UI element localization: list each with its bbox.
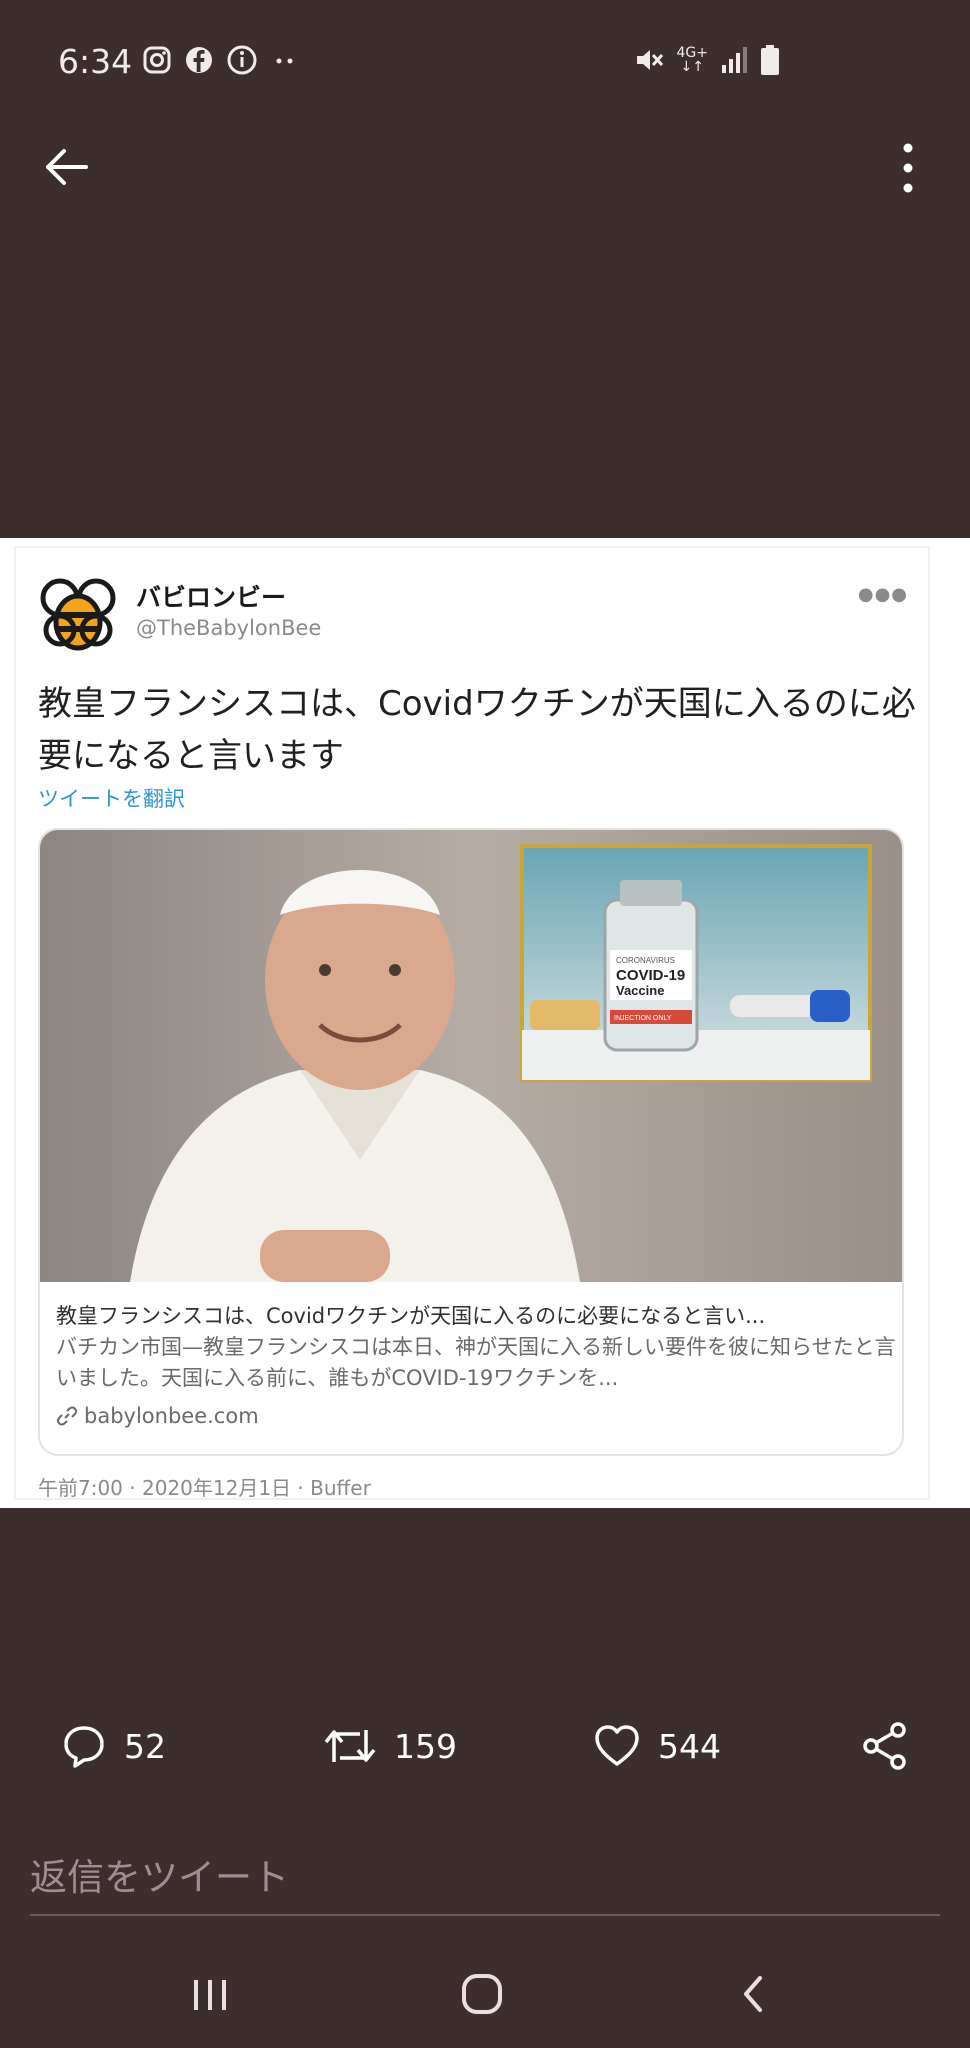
- link-preview-image: CORONAVIRUS COVID-19 Vaccine INJECTION O…: [40, 830, 902, 1282]
- link-domain-text: babylonbee.com: [84, 1404, 259, 1428]
- vial-subtitle: Vaccine: [616, 983, 664, 998]
- share-icon[interactable]: [862, 1722, 908, 1770]
- reply-action[interactable]: 52: [60, 1722, 166, 1770]
- notification-icons: [142, 44, 300, 76]
- instagram-icon: [143, 46, 171, 74]
- tweet-screenshot-image[interactable]: バビロンビー @TheBabylonBee ●●● 教皇フランシスコは、Covi…: [0, 538, 970, 1508]
- link-title: 教皇フランシスコは、Covidワクチンが天国に入るのに必要になると言い...: [56, 1304, 766, 1328]
- link-icon: [56, 1406, 78, 1426]
- tweet-actions: 52 159 544: [0, 1722, 970, 1792]
- vial-title: COVID-19: [616, 967, 685, 984]
- reply-icon: [64, 1726, 104, 1768]
- back-arrow-icon[interactable]: [42, 142, 92, 192]
- status-time: 6:34: [58, 42, 133, 81]
- home-icon[interactable]: [452, 1964, 512, 2024]
- author-name: バビロンビー: [136, 583, 287, 612]
- like-count: 544: [658, 1726, 721, 1766]
- author-handle: @TheBabylonBee: [136, 616, 322, 640]
- info-icon: [227, 45, 257, 75]
- tweet-detail-screen: 6:34 4G+ ↓↑ バビロンビー @TheBabylonBee ●●● 教皇…: [0, 0, 970, 2048]
- tweet-timestamp: 午前7:00 · 2020年12月1日 · Buffer: [38, 1476, 371, 1500]
- battery-icon: [761, 45, 779, 75]
- system-back-icon[interactable]: [724, 1964, 784, 2024]
- babylon-bee-avatar: [40, 578, 116, 651]
- like-action[interactable]: 544: [592, 1722, 721, 1770]
- 4g-data-icon: 4G+ ↓↑: [676, 45, 709, 75]
- more-options-icon[interactable]: [890, 140, 926, 196]
- facebook-icon: [186, 47, 212, 73]
- tweet-more-icon: ●●●: [857, 584, 908, 605]
- status-bar: 6:34 4G+ ↓↑: [0, 0, 970, 120]
- retweet-icon: [324, 1730, 376, 1762]
- retweet-count: 159: [394, 1726, 457, 1766]
- tweet-card: バビロンビー @TheBabylonBee ●●● 教皇フランシスコは、Covi…: [14, 546, 930, 1500]
- heart-icon: [595, 1725, 639, 1766]
- link-description: バチカン市国—教皇フランシスコは本日、神が天国に入る新しい要件を彼に知らせたと言…: [56, 1335, 896, 1390]
- signal-icon: [722, 47, 747, 73]
- link-domain: babylonbee.com: [56, 1404, 259, 1428]
- reply-count: 52: [124, 1726, 166, 1766]
- tweet-text: 教皇フランシスコは、Covidワクチンが天国に入るのに必要になると言います: [38, 684, 916, 776]
- reply-input[interactable]: [30, 1840, 940, 1916]
- network-label: 4G+: [676, 45, 709, 61]
- retweet-action[interactable]: 159: [322, 1722, 457, 1770]
- link-preview-card: CORONAVIRUS COVID-19 Vaccine INJECTION O…: [38, 828, 904, 1456]
- vial-footer: INJECTION ONLY: [614, 1015, 672, 1022]
- recent-apps-icon[interactable]: [180, 1964, 240, 2024]
- translate-tweet-link: ツイートを翻訳: [38, 787, 185, 811]
- vial-small-text: CORONAVIRUS: [616, 956, 675, 965]
- mute-icon: [636, 50, 663, 70]
- more-notifications-icon: [276, 58, 293, 64]
- system-nav-bar: [0, 1942, 970, 2048]
- system-status-icons: 4G+ ↓↑: [633, 44, 781, 76]
